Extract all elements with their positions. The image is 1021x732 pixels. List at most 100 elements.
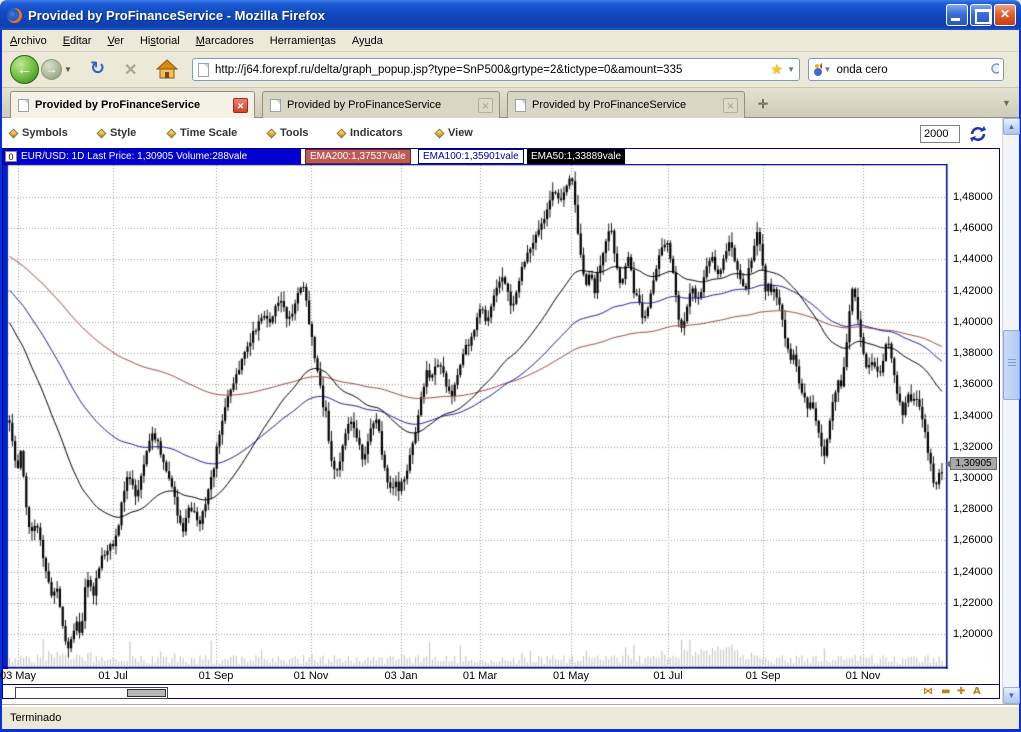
tab-3[interactable]: Provided by ProFinanceService ✕ xyxy=(507,91,745,118)
y-tick-label: 1,22000 xyxy=(953,596,993,609)
tab-close-icon[interactable]: ✕ xyxy=(723,97,738,113)
status-bar: Terminado xyxy=(2,705,1019,729)
menu-historial[interactable]: Historial xyxy=(132,32,188,50)
chart-hscrollbar-thumb[interactable] xyxy=(127,689,166,697)
menu-symbols[interactable]: Symbols xyxy=(8,127,68,139)
stop-button[interactable]: ✕ xyxy=(124,60,137,80)
x-tick-label: 01 Mar xyxy=(462,670,498,682)
y-tick-label: 1,44000 xyxy=(953,253,993,266)
auto-scale-icon[interactable]: A xyxy=(973,686,981,697)
zoom-out-icon[interactable]: ▬ xyxy=(941,686,950,697)
y-axis: 1,30905 1,48000 1,46000 1,44000 1,42000 1,40… xyxy=(945,164,999,669)
bookmark-star-icon[interactable]: ★ xyxy=(771,61,784,78)
firefox-icon xyxy=(7,7,22,23)
tab-label: Provided by ProFinanceService xyxy=(532,99,687,111)
chart-hscrollbar[interactable] xyxy=(15,687,168,699)
menu-ver[interactable]: Ver xyxy=(99,32,132,50)
tab-close-icon[interactable]: ✕ xyxy=(478,97,493,113)
search-input[interactable] xyxy=(836,63,991,76)
chart-type-icon[interactable]: 0 xyxy=(5,151,17,162)
menu-bar: Archivo Editar Ver Historial Marcadores Herra… xyxy=(2,30,1019,52)
vscrollbar-thumb[interactable] xyxy=(1003,330,1020,400)
page-icon xyxy=(198,62,209,77)
url-bar[interactable]: ★ ▼ xyxy=(192,58,800,81)
menu-archivo[interactable]: Archivo xyxy=(2,32,55,50)
chart-legend: 0 EUR/USD: 1D Last Price: 1,30905 Volume… xyxy=(3,149,999,164)
forward-button[interactable]: → xyxy=(41,59,62,80)
search-engine-dropdown-icon[interactable]: ▼ xyxy=(824,65,832,74)
maximize-button[interactable] xyxy=(970,4,992,26)
reload-button[interactable]: ↻ xyxy=(90,58,105,79)
menu-indicators[interactable]: Indicators xyxy=(336,127,403,139)
diamond-icon xyxy=(434,128,445,138)
list-all-tabs-icon[interactable]: ▼ xyxy=(1002,98,1011,108)
fit-zoom-icon[interactable]: ⋈ xyxy=(923,686,933,697)
menu-time-scale[interactable]: Time Scale xyxy=(166,127,237,139)
x-tick-label: 01 Nov xyxy=(845,670,881,682)
scroll-up-icon[interactable]: ▲ xyxy=(1003,118,1020,135)
price-chart[interactable] xyxy=(3,164,949,669)
new-tab-button[interactable]: ✛ xyxy=(754,96,772,114)
tab-label: Provided by ProFinanceService xyxy=(35,99,201,111)
ema50-legend: EMA50:1,33889vale xyxy=(527,149,626,164)
x-tick-label: 01 May xyxy=(552,670,590,682)
refresh-icon[interactable] xyxy=(968,124,988,144)
y-tick-label: 1,28000 xyxy=(953,503,993,516)
bars-amount-input[interactable] xyxy=(920,125,960,143)
title-bar: Provided by ProFinanceService - Mozilla … xyxy=(0,0,1021,30)
status-text: Terminado xyxy=(10,711,62,724)
y-tick-label: 1,36000 xyxy=(953,378,993,391)
menu-ayuda[interactable]: Ayuda xyxy=(344,32,391,50)
minimize-button[interactable] xyxy=(946,4,968,26)
y-tick-label: 1,40000 xyxy=(953,315,993,328)
menu-style[interactable]: Style xyxy=(96,127,136,139)
x-tick-label: 01 Jul xyxy=(98,670,128,682)
menu-tools[interactable]: Tools xyxy=(266,127,309,139)
search-box[interactable]: ▼ xyxy=(808,58,1004,81)
x-axis: 03 May 01 Jul 01 Sep 01 Nov 03 Jan 01 Mar 01 M… xyxy=(0,670,949,684)
y-tick-label: 1,42000 xyxy=(953,284,993,297)
ema100-legend: EMA100:1,35901vale xyxy=(418,149,524,164)
menu-marcadores[interactable]: Marcadores xyxy=(188,32,262,50)
url-input[interactable] xyxy=(215,63,771,76)
x-tick-label: 01 Sep xyxy=(198,670,234,682)
chart-toolbar: Symbols Style Time Scale Tools Indicator… xyxy=(2,120,1002,148)
tab-label: Provided by ProFinanceService xyxy=(287,99,442,111)
diamond-icon xyxy=(166,128,177,138)
zoom-in-icon[interactable]: ✚ xyxy=(957,686,965,697)
axis-separator xyxy=(3,684,999,685)
x-tick-label: 01 Nov xyxy=(293,670,329,682)
y-tick-label: 1,20000 xyxy=(953,628,993,641)
window-title: Provided by ProFinanceService - Mozilla … xyxy=(28,7,325,23)
ema200-legend: EMA200:1,37537vale xyxy=(305,149,411,164)
google-icon[interactable] xyxy=(813,62,822,78)
x-tick-label: 03 Jan xyxy=(384,670,418,682)
x-tick-label: 01 Sep xyxy=(745,670,781,682)
symbol-legend: 0 EUR/USD: 1D Last Price: 1,30905 Volume… xyxy=(3,149,301,164)
y-tick-label: 1,26000 xyxy=(953,534,993,547)
browser-vscrollbar[interactable]: ▲ ▼ xyxy=(1002,118,1020,705)
page-icon xyxy=(270,98,281,112)
back-button[interactable]: ← xyxy=(10,55,39,84)
diamond-icon xyxy=(336,128,347,138)
symbol-info: EUR/USD: 1D Last Price: 1,30905 Volume:2… xyxy=(21,151,248,162)
tab-close-icon[interactable]: ✕ xyxy=(233,97,248,113)
y-tick-label: 1,48000 xyxy=(953,191,993,203)
y-tick-label: 1,34000 xyxy=(953,409,993,422)
menu-editar[interactable]: Editar xyxy=(55,32,100,50)
chart-component: 0 EUR/USD: 1D Last Price: 1,30905 Volume… xyxy=(0,148,1000,699)
scroll-down-icon[interactable]: ▼ xyxy=(1003,687,1020,704)
tab-1[interactable]: Provided by ProFinanceService ✕ xyxy=(10,91,255,118)
page-icon xyxy=(18,98,29,112)
home-button[interactable] xyxy=(156,59,178,79)
y-tick-label: 1,32000 xyxy=(953,440,993,453)
tab-2[interactable]: Provided by ProFinanceService ✕ xyxy=(262,91,500,118)
menu-view[interactable]: View xyxy=(434,127,473,139)
search-magnifier-icon[interactable] xyxy=(990,62,999,78)
close-button[interactable] xyxy=(994,4,1016,26)
x-tick-label: 03 May xyxy=(0,670,37,682)
menu-herramientas[interactable]: Herramientas xyxy=(262,32,344,50)
url-dropdown-icon[interactable]: ▼ xyxy=(787,65,795,74)
forward-history-caret-icon[interactable]: ▼ xyxy=(64,65,72,74)
page-icon xyxy=(515,98,526,112)
